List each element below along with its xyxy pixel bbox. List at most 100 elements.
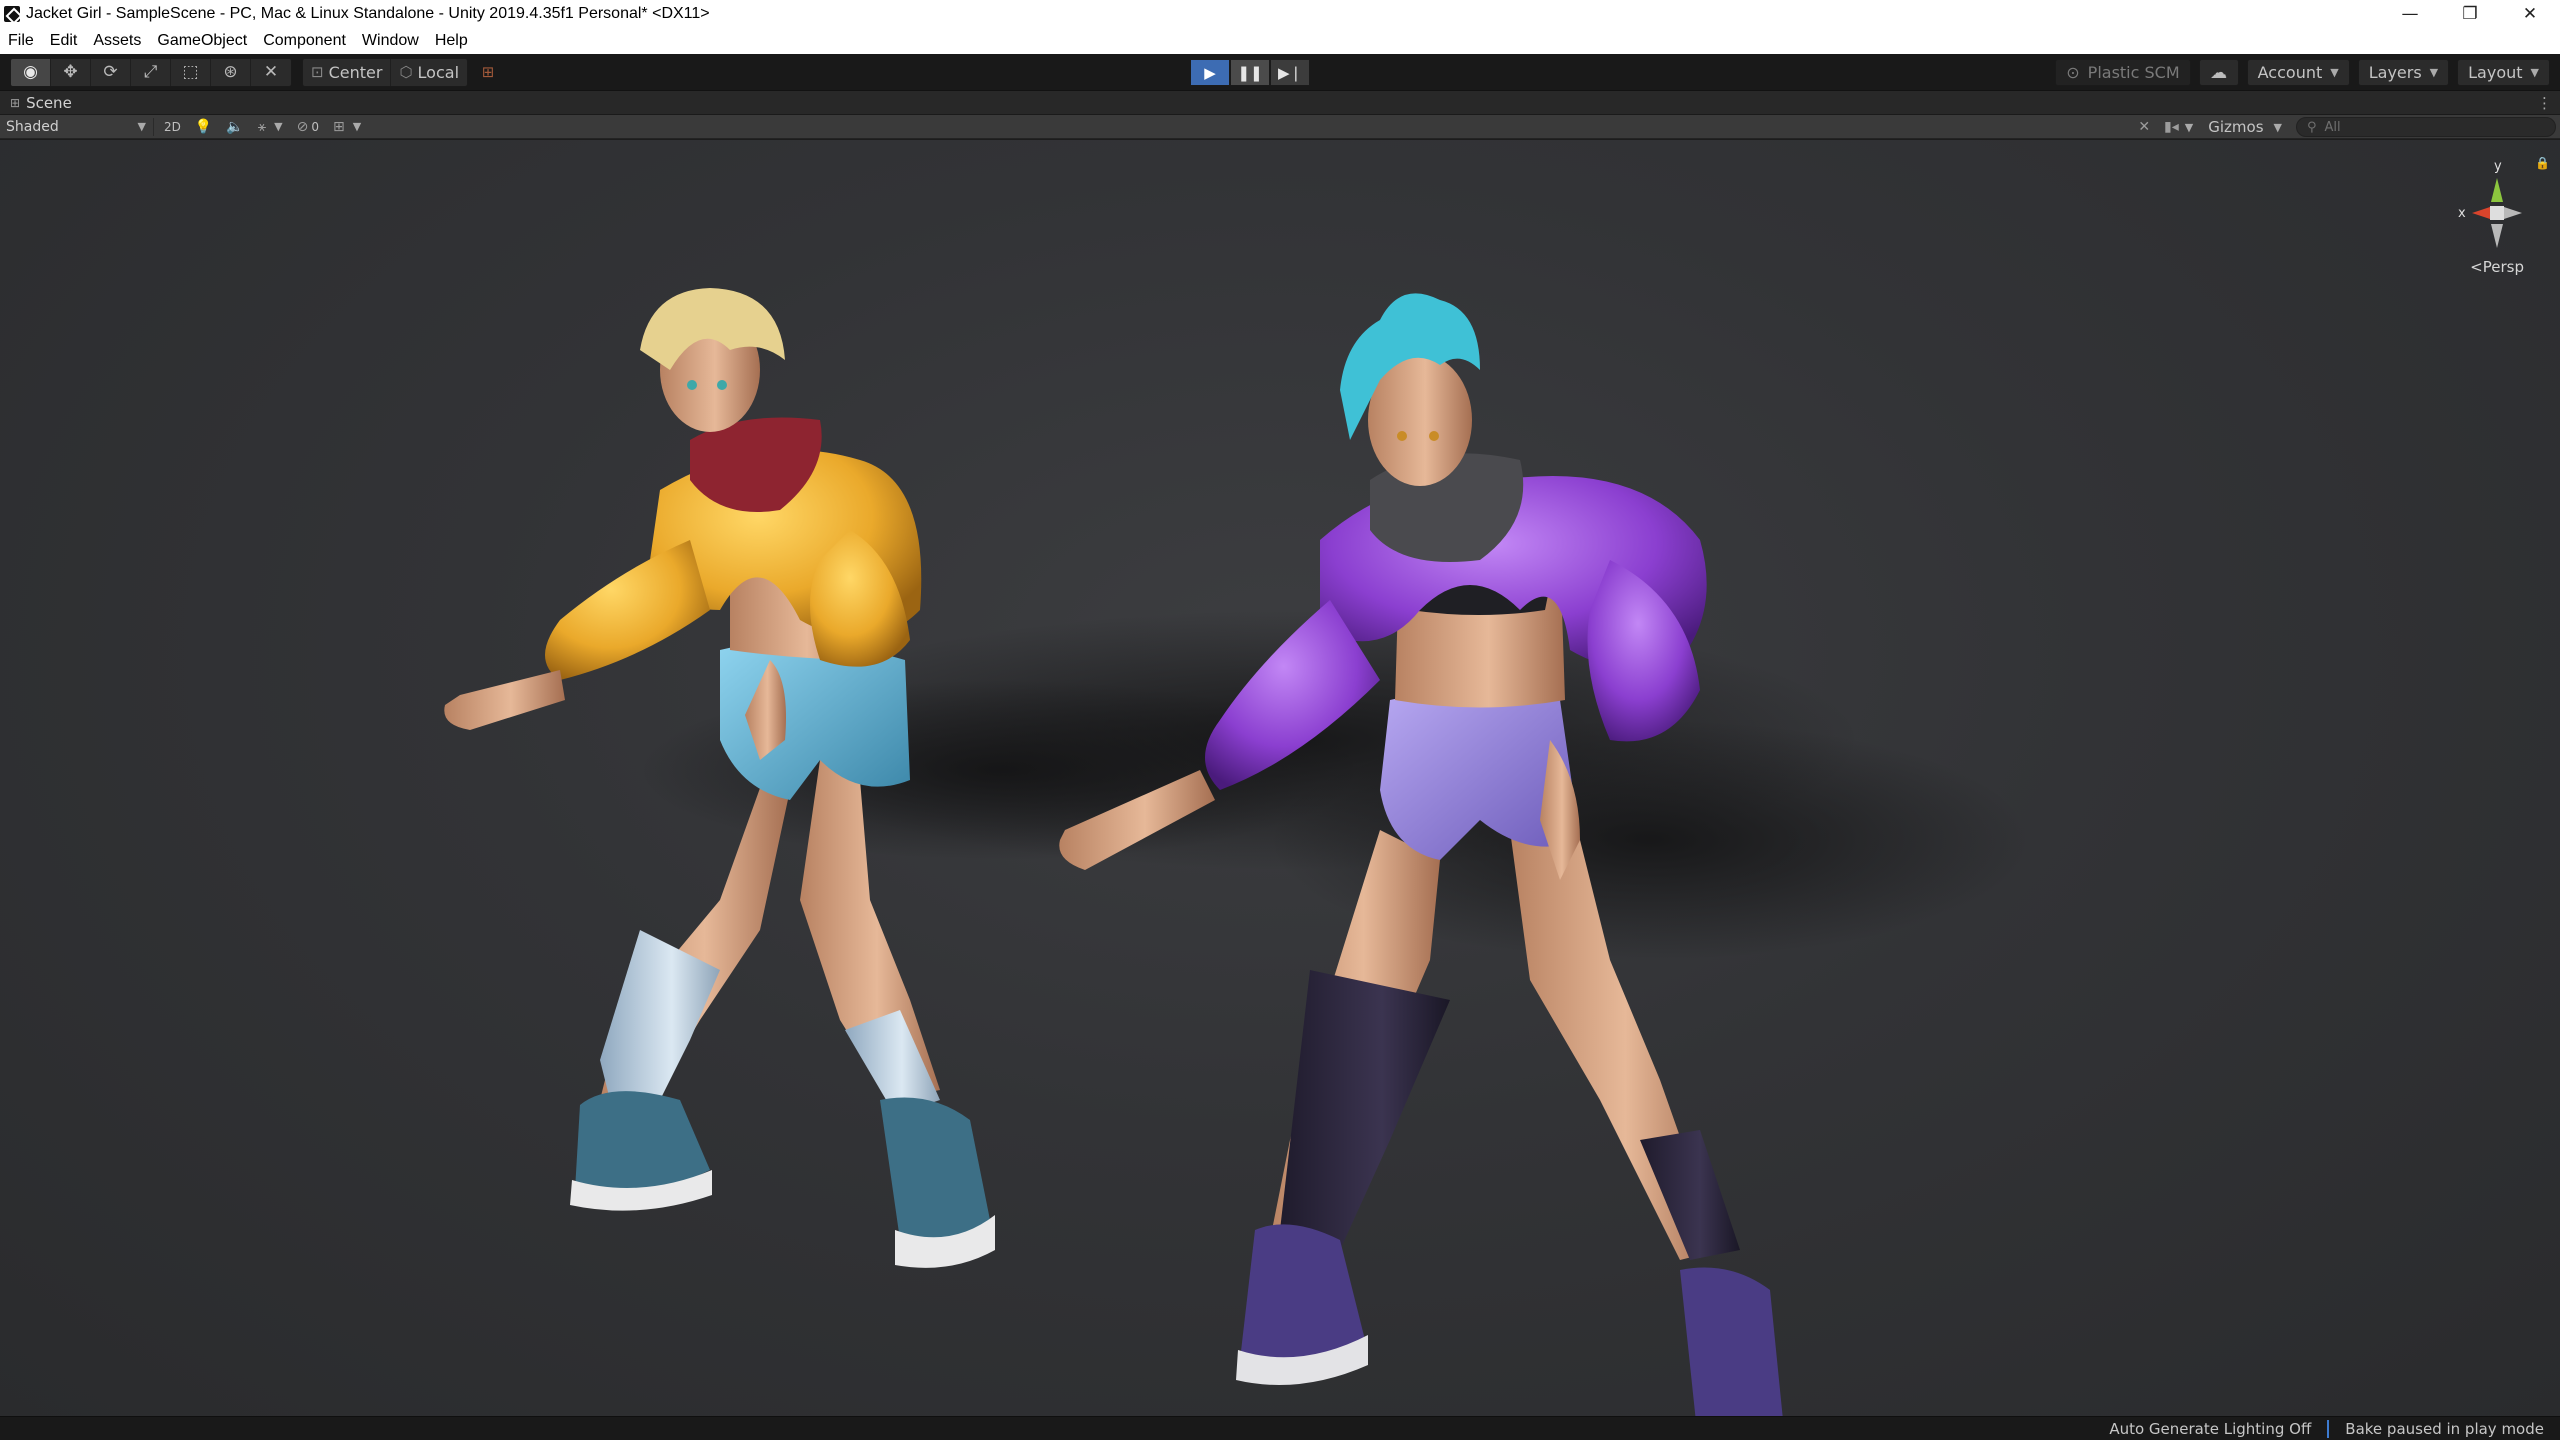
bake-status: Bake paused in play mode [2345,1419,2544,1438]
close-button[interactable]: ✕ [2500,0,2560,27]
gizmos-dropdown[interactable]: Gizmos ▼ [2200,116,2290,138]
speaker-icon: 🔈 [226,118,244,135]
plastic-scm-button[interactable]: ⊙ Plastic SCM [2055,59,2191,86]
tools-icon: ✕ [2138,119,2151,135]
lighting-toggle[interactable]: 💡 [188,116,219,138]
layout-dropdown[interactable]: Layout ▼ [2457,59,2550,86]
neg-x-axis-cone[interactable] [2504,207,2522,219]
playmode-controls: ▶ ❚❚ ▶❘ [1190,59,1310,86]
layout-label: Layout [2468,63,2523,82]
cloud-button[interactable]: ☁ [2198,59,2239,86]
main-toolbar: ◉ ✥ ⟳ ⤢ ⬚ ⊛ ✕ ⊡ Center ⬡ Local ⊞ ▶ ❚❚ ▶❘… [0,54,2560,91]
toggle-2d-button[interactable]: 2D [157,116,188,138]
pivot-mode-button[interactable]: ⊡ Center [303,58,392,86]
more-options-icon[interactable]: ⋮ [2537,91,2552,115]
account-dropdown[interactable]: Account ▼ [2246,59,2350,86]
menu-help[interactable]: Help [427,27,476,54]
hidden-objects-toggle[interactable]: ⊘ 0 [290,116,326,138]
window-title: Jacket Girl - SampleScene - PC, Mac & Li… [26,4,710,22]
y-axis-cone[interactable] [2491,178,2503,202]
axis-label-x: x [2458,206,2466,221]
projection-toggle[interactable]: <Persp [2470,258,2524,276]
light-bulb-icon: 💡 [194,118,213,135]
tools-toggle[interactable]: ✕ [2131,116,2157,138]
rotate-icon: ⟳ [103,62,118,82]
custom-tool-button[interactable]: ✕ [251,59,291,86]
window-title-bar: Jacket Girl - SampleScene - PC, Mac & Li… [0,0,2560,27]
move-tool-button[interactable]: ✥ [51,58,91,86]
pivot-controls: ⊡ Center ⬡ Local [302,57,469,87]
menu-window[interactable]: Window [354,27,427,54]
center-cube[interactable] [2490,206,2504,220]
pause-button[interactable]: ❚❚ [1230,59,1270,86]
minimize-button[interactable]: — [2380,0,2440,27]
x-axis-cone[interactable] [2472,207,2490,219]
unity-logo-icon [4,5,20,22]
shading-mode-dropdown[interactable]: Shaded ▼ [2,116,150,138]
window-controls: — ❐ ✕ [2380,0,2560,27]
chevron-down-icon: ▼ [137,120,146,133]
menu-component[interactable]: Component [255,27,354,54]
transform-tool-button[interactable]: ⊛ [211,58,251,86]
tab-scene[interactable]: ⊞ Scene [0,94,82,112]
menu-gameobject[interactable]: GameObject [149,27,255,54]
pivot-space-button[interactable]: ⬡ Local [391,59,467,86]
tools-icon: ✕ [263,62,279,82]
lighting-status[interactable]: Auto Generate Lighting Off [2093,1420,2327,1438]
camera-dropdown[interactable]: ▮◂ ▼ [2157,116,2200,138]
effects-dropdown[interactable]: ⚹ ▼ [251,116,290,138]
chevron-down-icon: ▼ [2330,66,2339,79]
pause-icon: ❚❚ [1237,63,1263,82]
transform-icon: ⊛ [223,62,238,82]
move-arrows-icon: ✥ [63,62,78,82]
mode-2d-label: 2D [164,119,181,134]
eye-slash-icon: ⊘ [296,118,309,135]
step-icon: ▶❘ [1277,63,1303,82]
menu-bar: File Edit Assets GameObject Component Wi… [0,27,2560,54]
divider [153,117,154,136]
restore-button[interactable]: ❐ [2440,0,2500,27]
lock-icon[interactable]: 🔒 [2535,156,2550,170]
chevron-down-icon: ▼ [2273,120,2282,134]
scale-tool-button[interactable]: ⤢ [131,58,171,86]
scene-viewport[interactable]: y x 🔒 <Persp [0,140,2560,1416]
pivot-mode-label: Center [328,62,383,82]
rect-icon: ⬚ [182,62,199,82]
audio-toggle[interactable]: 🔈 [219,116,250,138]
rotate-tool-button[interactable]: ⟳ [91,58,131,86]
scene-view-toolbar: Shaded ▼ 2D 💡 🔈 ⚹ ▼ ⊘ 0 ⊞ ▼ ✕ ▮◂ ▼ Gizmo… [0,115,2560,139]
grid-snap-icon: ⊞ [481,63,495,81]
eye-icon: ◉ [23,62,38,82]
axis-label-y: y [2494,159,2502,174]
account-label: Account [2257,63,2323,82]
scene-render [444,288,2030,1416]
transform-tools: ◉ ✥ ⟳ ⤢ ⬚ ⊛ ✕ [10,57,292,87]
cloud-icon: ☁ [2210,62,2228,83]
effects-icon: ⚹ [257,118,267,135]
grid-snap-button[interactable]: ⊞ [472,59,504,86]
menu-assets[interactable]: Assets [85,27,149,54]
cube-icon: ⬡ [399,63,413,81]
step-button[interactable]: ▶❘ [1270,59,1310,86]
neg-y-axis-cone[interactable] [2491,224,2503,248]
layers-dropdown[interactable]: Layers ▼ [2357,59,2450,86]
chevron-down-icon: ▼ [274,120,283,133]
search-icon: ⚲ [2307,119,2317,135]
persp-icon: < [2470,258,2483,276]
plastic-icon: ⊙ [2066,63,2080,82]
play-button[interactable]: ▶ [1190,59,1230,86]
menu-file[interactable]: File [0,27,42,54]
grid-icon: ⊞ [10,95,21,110]
grid-dropdown[interactable]: ⊞ ▼ [326,116,368,138]
projection-label: Persp [2482,258,2524,276]
menu-edit[interactable]: Edit [42,27,86,54]
rect-tool-button[interactable]: ⬚ [171,58,211,86]
scale-icon: ⤢ [143,62,158,82]
chevron-down-icon: ▼ [352,120,362,133]
view-tool-button[interactable]: ◉ [11,58,51,86]
chevron-down-icon: ▼ [2184,120,2194,134]
scene-tab-label: Scene [26,93,72,112]
chevron-down-icon: ▼ [2429,66,2439,79]
scene-search-input[interactable]: ⚲ All [2296,117,2556,137]
pivot-space-label: Local [417,62,460,82]
